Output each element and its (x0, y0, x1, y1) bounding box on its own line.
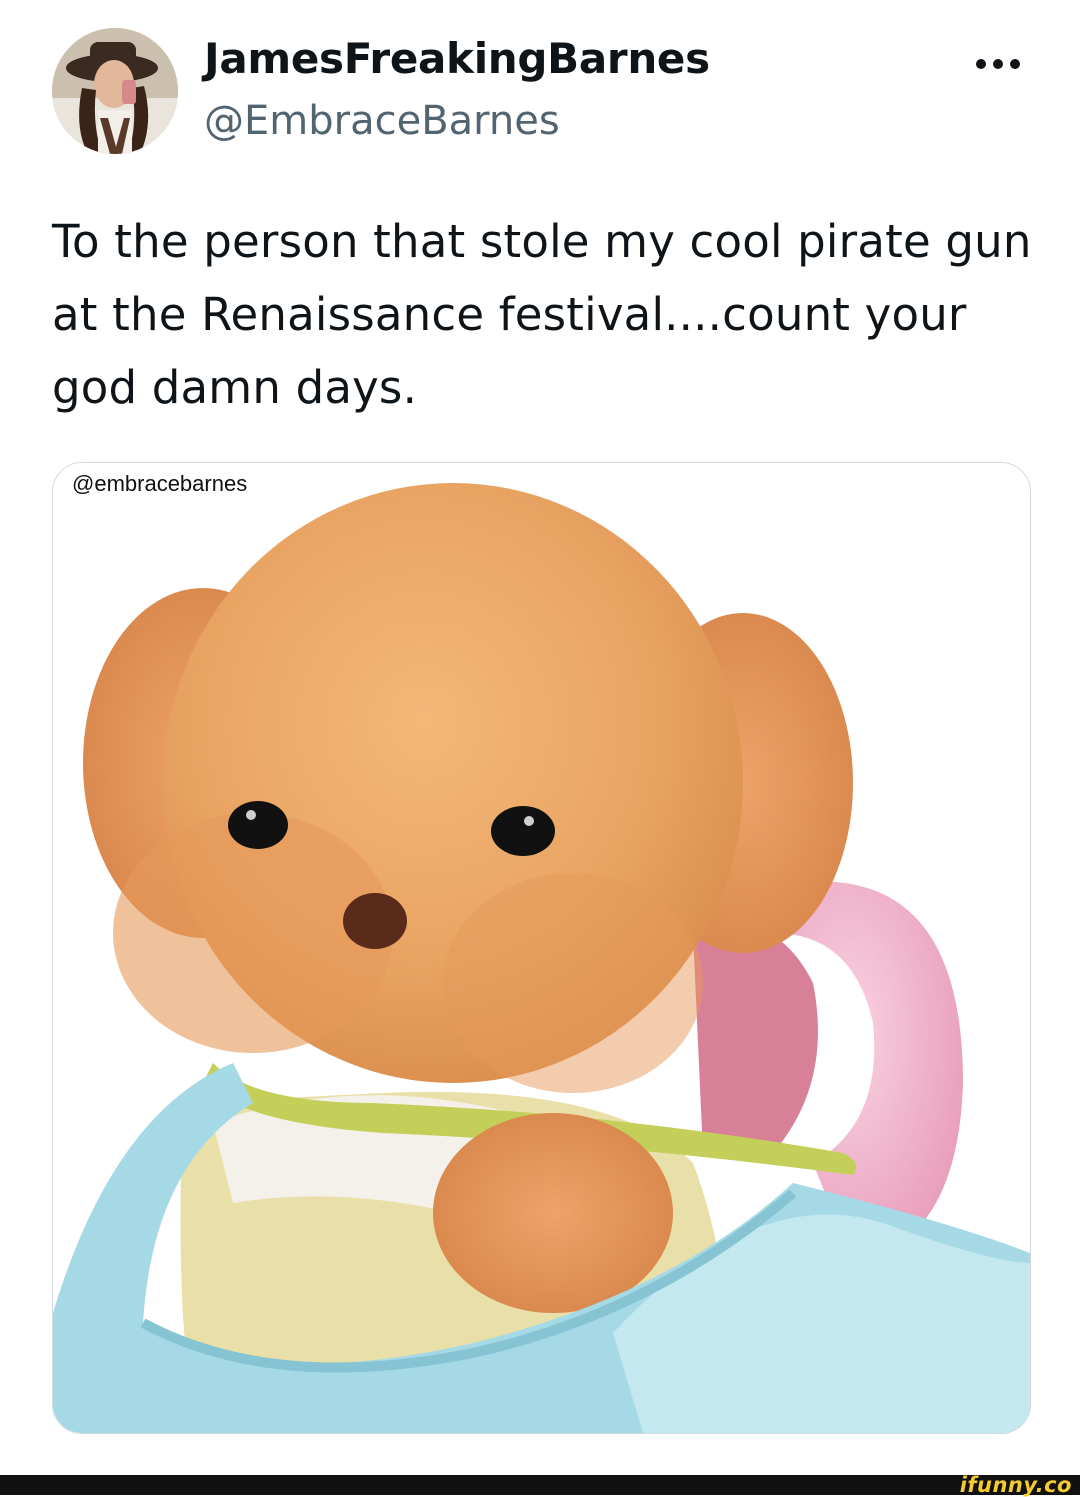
ifunny-logo[interactable]: ifunny.co (960, 1475, 1072, 1496)
tweet-text: To the person that stole my cool pirate … (52, 215, 1032, 414)
more-options-button[interactable] (966, 44, 1030, 84)
media-watermark-handle: @embracebarnes (69, 471, 251, 497)
angry-plush-puppy-image (53, 463, 1030, 1433)
display-name[interactable]: JamesFreakingBarnes (204, 34, 710, 83)
profile-photo-icon (52, 28, 178, 154)
more-dots-icon (1010, 59, 1020, 69)
footer-bar: ifunny.co (0, 1475, 1080, 1496)
user-handle[interactable]: @EmbraceBarnes (204, 98, 560, 144)
avatar[interactable] (52, 28, 178, 154)
tweet-media[interactable]: @embracebarnes (52, 462, 1031, 1434)
more-dots-icon (976, 59, 986, 69)
more-dots-icon (993, 59, 1003, 69)
